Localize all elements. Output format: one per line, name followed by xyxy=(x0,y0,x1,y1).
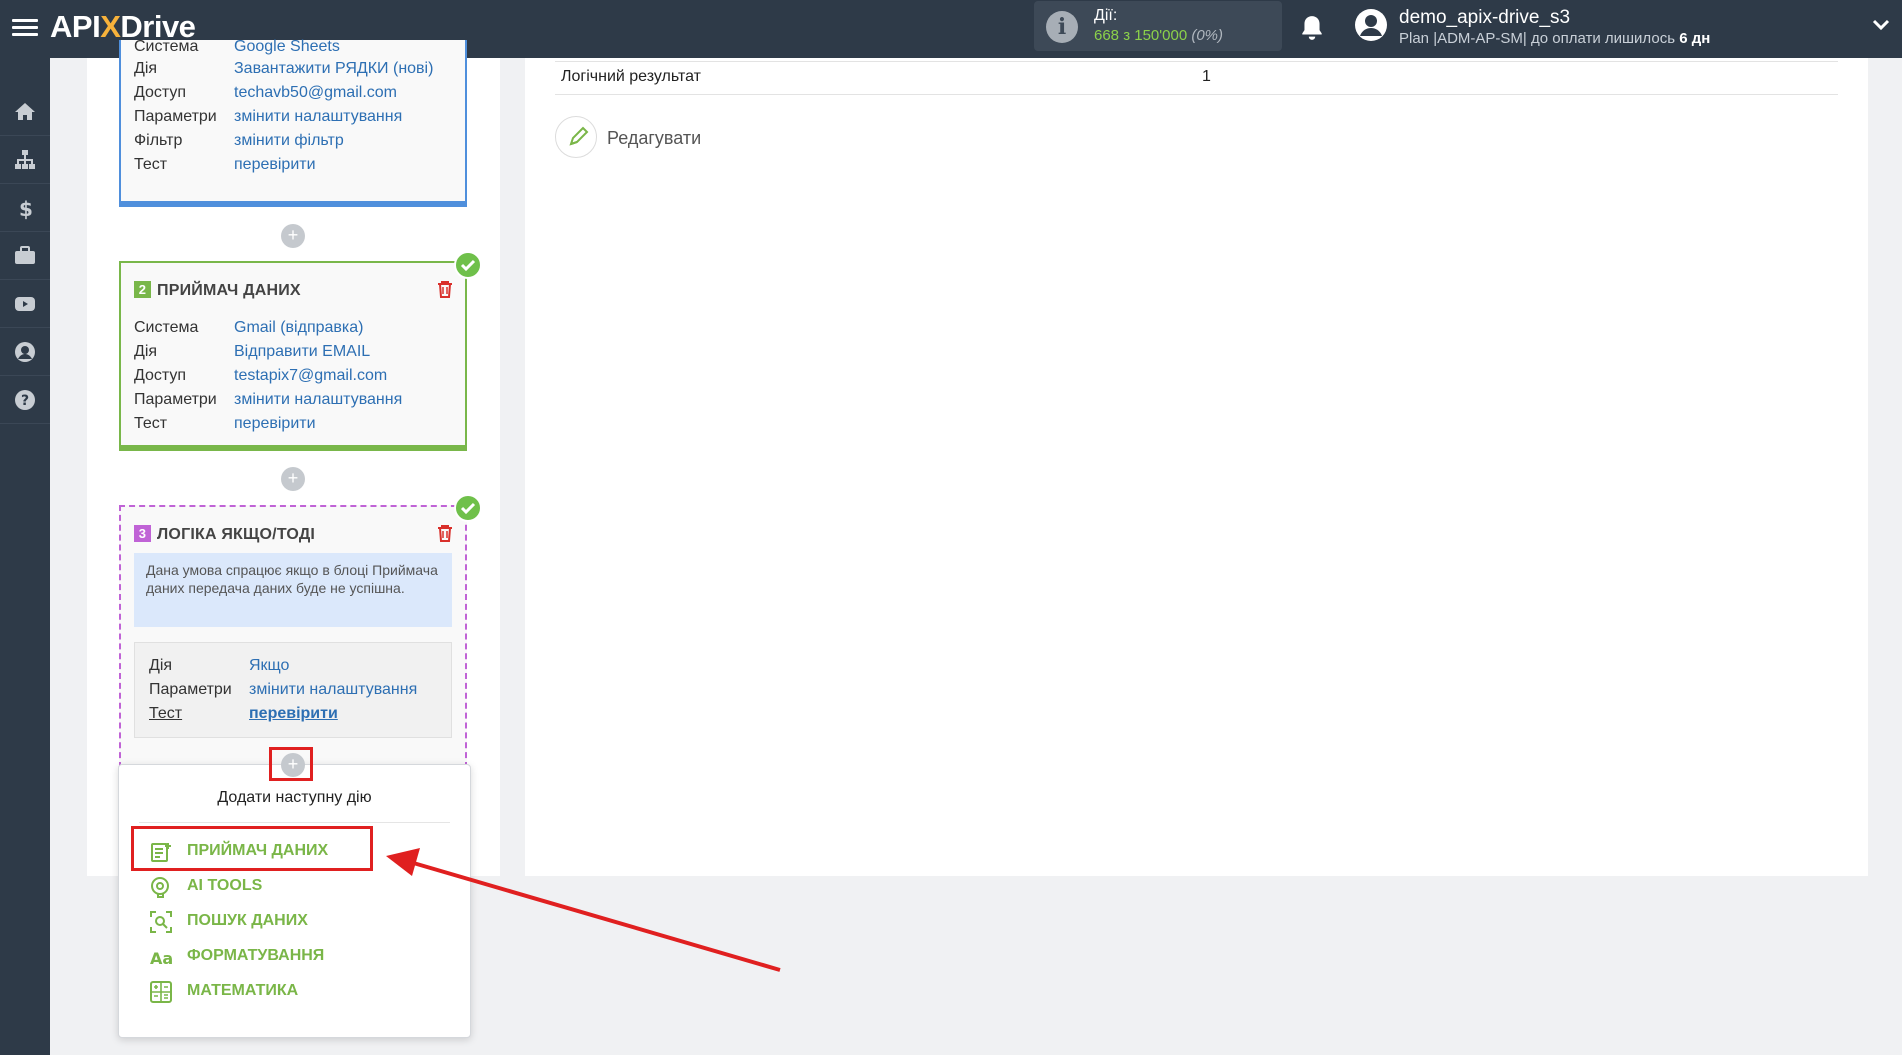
block-row: Доступ techavb50@gmail.com xyxy=(134,84,397,101)
divider xyxy=(139,822,450,823)
add-step-button[interactable]: + xyxy=(281,467,305,491)
actions-label: Дії: xyxy=(1094,7,1118,24)
logic-block: 3 ЛОГІКА ЯКЩО/ТОДІ Дана умова спрацює якщ… xyxy=(119,505,467,768)
add-step-button[interactable]: + xyxy=(281,224,305,248)
sidebar-item-home[interactable] xyxy=(0,88,50,136)
sidebar-item-profile[interactable] xyxy=(0,328,50,376)
plan-info: Plan |ADM-AP-SM| до оплати лишилось 6 дн xyxy=(1399,30,1711,47)
receiver-block: 2 ПРИЙМАЧ ДАНИХ Система Gmail (відправка) … xyxy=(119,261,467,451)
block-row: Дія Завантажити РЯДКИ (нові) xyxy=(134,60,434,77)
block-row: Тест перевірити xyxy=(134,156,316,173)
svg-text:Aa: Aa xyxy=(150,949,173,968)
sidebar-item-help[interactable]: ? xyxy=(0,376,50,424)
trash-icon[interactable] xyxy=(437,524,453,542)
trash-icon[interactable] xyxy=(437,280,453,298)
block-row: Дія Якщо xyxy=(149,657,290,674)
dollar-icon: $ xyxy=(19,197,33,220)
block-title: 3 ЛОГІКА ЯКЩО/ТОДІ xyxy=(134,525,315,544)
check-icon xyxy=(454,494,482,522)
sidebar-item-connections[interactable] xyxy=(0,136,50,184)
home-icon xyxy=(15,102,35,120)
result-label: Логічний результат xyxy=(561,68,701,85)
highlight-data-receiver xyxy=(131,826,373,871)
sidebar-item-tools[interactable] xyxy=(0,232,50,280)
block-row: Система Gmail (відправка) xyxy=(134,319,364,336)
sidebar: $ ? xyxy=(0,58,50,1055)
block-title: 2 ПРИЙМАЧ ДАНИХ xyxy=(134,281,301,300)
check-icon xyxy=(454,251,482,279)
result-panel: Логічний результат 1 Редагувати xyxy=(525,58,1868,876)
data-search-icon xyxy=(150,911,172,933)
condition-note: Дана умова спрацює якщо в блоці Приймача… xyxy=(134,553,452,627)
svg-text:?: ? xyxy=(21,393,29,409)
divider xyxy=(555,94,1838,95)
logic-settings: Дія Якщо Параметри змінити налаштування Те… xyxy=(134,642,452,738)
block-row: Параметри змінити налаштування xyxy=(149,681,418,698)
source-block: Система Google Sheets Дія Завантажити РЯДК… xyxy=(119,38,467,207)
actions-counter: i Дії: 668 з 150'000 (0%) xyxy=(1034,1,1282,51)
dropdown-title: Додати наступну дію xyxy=(217,789,372,806)
help-icon: ? xyxy=(15,389,35,410)
menu-icon[interactable] xyxy=(12,15,38,37)
highlight-plus xyxy=(269,747,313,781)
bell-icon[interactable] xyxy=(1299,14,1325,42)
math-icon xyxy=(150,981,172,1003)
username[interactable]: demo_apix-drive_s3 xyxy=(1399,7,1570,29)
divider xyxy=(555,61,1838,62)
actions-count: 668 з 150'000 (0%) xyxy=(1094,27,1224,44)
block-row: Тест перевірити xyxy=(149,705,338,722)
youtube-icon xyxy=(15,296,35,311)
sidebar-item-video[interactable] xyxy=(0,280,50,328)
add-action-dropdown: Додати наступну дію ПРИЙМАЧ ДАНИХ AI TOO… xyxy=(118,764,471,1038)
block-row: Дія Відправити EMAIL xyxy=(134,343,371,360)
info-icon: i xyxy=(1046,11,1078,43)
edit-button[interactable]: Редагувати xyxy=(555,116,715,160)
sitemap-icon xyxy=(15,149,35,169)
formatting-icon: Aa xyxy=(150,949,173,968)
pencil-icon xyxy=(569,126,589,146)
block-row: Система Google Sheets xyxy=(134,38,340,55)
avatar-icon[interactable] xyxy=(1354,8,1388,42)
svg-text:$: $ xyxy=(19,197,33,220)
sidebar-item-billing[interactable]: $ xyxy=(0,184,50,232)
briefcase-icon xyxy=(15,245,35,264)
result-value: 1 xyxy=(1202,68,1211,85)
block-row: Доступ testapix7@gmail.com xyxy=(134,367,388,384)
block-row: Тест перевірити xyxy=(134,415,316,432)
block-row: Параметри змінити налаштування xyxy=(134,391,403,408)
block-row: Параметри змінити налаштування xyxy=(134,108,403,125)
user-icon xyxy=(15,341,35,362)
block-row: Фільтр змінити фільтр xyxy=(134,132,344,149)
chevron-down-icon[interactable] xyxy=(1872,18,1890,32)
ai-tools-icon xyxy=(151,877,169,898)
